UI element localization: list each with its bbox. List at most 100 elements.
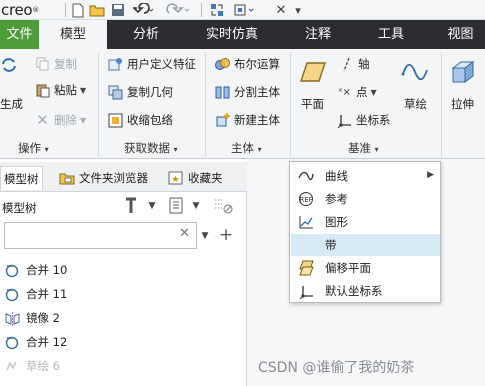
menu-item-label: 曲线 <box>325 169 348 183</box>
group-divider <box>441 53 442 157</box>
paste-dropdown-icon[interactable]: ▼ <box>80 86 86 95</box>
axis-button[interactable]: 轴 <box>338 54 370 74</box>
windows-icon[interactable] <box>233 1 257 19</box>
group-divider <box>205 53 206 157</box>
hide-items-icon[interactable] <box>211 196 235 216</box>
copy-geometry-button[interactable]: 复制几何 <box>107 82 173 102</box>
model-tree-title: 模型树 <box>2 201 37 215</box>
tab-folder-browser[interactable]: 文件夹浏览器 <box>55 166 151 190</box>
copy-geometry-label: 复制几何 <box>127 85 173 99</box>
tree-search-input[interactable]: ✕ <box>4 222 197 249</box>
menu-item-reference[interactable]: REF 参考 <box>291 188 440 210</box>
ribbon-tab-bar: 文件 模型 分析 实时仿真 注释 工具 视图 <box>0 20 485 49</box>
tab-view[interactable]: 视图 <box>436 20 485 49</box>
tree-item-merge-12[interactable]: 合并 12 <box>4 332 67 352</box>
menu-item-curve[interactable]: 曲线 ▶ <box>291 165 440 187</box>
sketch-icon[interactable] <box>400 57 430 87</box>
datum-dropdown-menu: 曲线 ▶ REF 参考 图形 带 偏移平面 默认坐标系 <box>289 161 441 303</box>
copy-button[interactable]: 复制 <box>34 54 77 74</box>
udf-icon <box>107 56 124 73</box>
plane-icon[interactable] <box>298 57 328 87</box>
shrinkwrap-button[interactable]: 收缩包络 <box>107 110 173 130</box>
search-dropdown-icon[interactable]: ▼ <box>199 228 211 244</box>
axis-icon <box>338 56 355 73</box>
copy-icon <box>34 56 51 73</box>
regenerate-button[interactable]: 生成 <box>0 96 23 112</box>
tree-item-label: 镜像 2 <box>26 311 60 325</box>
close-icon[interactable]: ✕ <box>272 1 290 19</box>
group-divider <box>98 53 99 157</box>
udf-button[interactable]: 用户定义特征 <box>107 54 196 74</box>
show-filter-icon[interactable] <box>166 196 188 216</box>
quick-access-toolbar: creo® ✕ ▾ <box>0 0 485 20</box>
new-body-button[interactable]: 新建主体 <box>214 110 280 130</box>
extrude-button[interactable]: 拉伸 <box>451 96 474 112</box>
csys-button[interactable]: 坐标系 <box>336 110 391 130</box>
add-icon[interactable]: + <box>216 225 236 245</box>
graph-icon <box>295 215 317 230</box>
axis-label: 轴 <box>358 57 370 71</box>
delete-dropdown-icon[interactable]: ▼ <box>80 116 86 125</box>
tree-item-merge-10[interactable]: 合并 10 <box>4 260 67 280</box>
tree-settings-icon[interactable] <box>122 196 144 216</box>
tab-tools[interactable]: 工具 <box>357 20 425 49</box>
split-body-button[interactable]: 分割主体 <box>214 82 280 102</box>
folder-browser-icon <box>58 170 75 187</box>
mirror-icon <box>4 310 21 327</box>
group-label-datum[interactable]: 基准 ▾ <box>348 140 379 156</box>
sketch-button[interactable]: 草绘 <box>404 96 427 112</box>
menu-item-ribbon[interactable]: 带 <box>291 234 440 256</box>
point-label: 点 <box>356 85 368 99</box>
menu-item-label: 偏移平面 <box>325 261 371 275</box>
paste-icon <box>34 82 51 99</box>
menu-item-offset-plane[interactable]: 偏移平面 <box>291 257 440 279</box>
merge-icon <box>4 262 21 279</box>
group-label-operations[interactable]: 操作 ▾ <box>18 140 49 156</box>
group-label-get-data[interactable]: 获取数据 ▾ <box>124 140 178 156</box>
paste-button[interactable]: 粘贴 ▼ <box>34 80 86 100</box>
plane-button[interactable]: 平面 <box>301 96 324 112</box>
delete-label: 删除 <box>54 113 77 127</box>
delete-icon: ✕ <box>36 111 49 129</box>
svg-text:★: ★ <box>171 175 179 185</box>
tab-favorites-label: 收藏夹 <box>188 171 223 185</box>
tab-analysis[interactable]: 分析 <box>112 20 180 49</box>
tab-favorites[interactable]: ★ 收藏夹 <box>164 166 226 190</box>
tree-item-merge-11[interactable]: 合并 11 <box>4 284 67 304</box>
clear-search-icon[interactable]: ✕ <box>179 226 190 241</box>
tab-live-simulation[interactable]: 实时仿真 <box>192 20 272 49</box>
watermark-text: CSDN @谁偷了我的奶茶 <box>258 360 415 376</box>
chevron-down-icon[interactable]: ▾ <box>292 1 304 19</box>
tab-file[interactable]: 文件 <box>0 20 39 49</box>
udf-label: 用户定义特征 <box>127 57 196 71</box>
extrude-icon[interactable] <box>448 57 478 87</box>
tab-model-tree-label: 模型树 <box>4 171 39 186</box>
regenerate-large-icon[interactable] <box>0 55 18 75</box>
split-body-label: 分割主体 <box>234 85 280 99</box>
reference-icon: REF <box>295 191 317 207</box>
shrinkwrap-icon <box>107 112 124 129</box>
boolean-icon <box>214 56 231 73</box>
group-divider <box>290 53 291 157</box>
tab-model-tree[interactable]: 模型树 <box>0 166 43 190</box>
copy-label: 复制 <box>54 57 77 71</box>
group-label-body[interactable]: 主体 ▾ <box>231 140 262 156</box>
undo-icon[interactable] <box>131 1 157 19</box>
tree-item-mirror-2[interactable]: 镜像 2 <box>4 308 60 328</box>
new-file-icon[interactable] <box>69 1 87 19</box>
tree-settings-dropdown-icon[interactable]: ▼ <box>146 198 158 214</box>
tab-annotate[interactable]: 注释 <box>284 20 352 49</box>
redo-icon[interactable] <box>163 1 193 19</box>
point-button[interactable]: ˣ× 点 ▼ <box>336 82 377 102</box>
save-icon[interactable] <box>109 1 127 19</box>
tree-item-sketch-6[interactable]: 草绘 6 <box>4 356 60 376</box>
open-folder-icon[interactable] <box>88 1 106 19</box>
regenerate-icon[interactable] <box>207 1 227 19</box>
menu-item-default-csys[interactable]: 默认坐标系 <box>291 280 440 302</box>
show-dropdown-icon[interactable]: ▼ <box>190 198 202 214</box>
menu-item-graph[interactable]: 图形 <box>291 211 440 233</box>
boolean-button[interactable]: 布尔运算 <box>214 54 280 74</box>
tab-model[interactable]: 模型 <box>39 20 107 49</box>
point-dropdown-icon[interactable]: ▼ <box>371 88 377 97</box>
delete-button[interactable]: ✕ 删除 ▼ <box>34 110 86 130</box>
